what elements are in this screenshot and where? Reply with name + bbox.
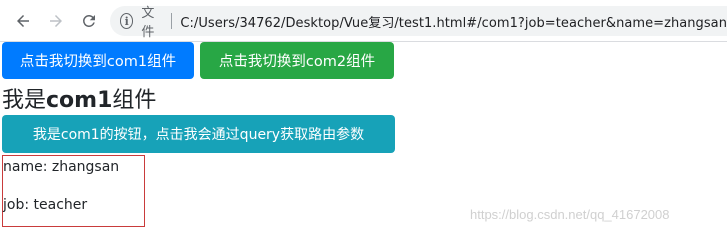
arrow-left-icon [17,15,29,27]
watermark: https://blog.csdn.net/qq_41672008 [470,207,670,222]
param-job: job: teacher [3,197,88,213]
address-separator [170,13,172,29]
browser-toolbar: i 文件 C:/Users/34762/Desktop/Vue复习/test1.… [0,0,727,42]
forward-button[interactable] [44,9,68,33]
arrow-right-icon [50,15,62,27]
route-params-box: name: zhangsan job: teacher [2,155,145,227]
query-params-button[interactable]: 我是com1的按钮，点击我会通过query获取路由参数 [2,115,395,153]
back-button[interactable] [11,9,35,33]
url-text[interactable]: C:/Users/34762/Desktop/Vue复习/test1.html#… [180,12,727,31]
heading-bold: com1 [46,88,113,113]
switch-com2-button[interactable]: 点击我切换到com2组件 [200,42,394,79]
info-icon[interactable]: i [120,13,134,29]
page-title: 我是com1组件 [2,82,156,114]
heading-suffix: 组件 [112,88,157,113]
param-name: name: zhangsan [3,159,120,175]
reload-icon [83,14,95,27]
heading-prefix: 我是 [2,88,47,113]
reload-button[interactable] [77,9,101,33]
address-bar[interactable]: i 文件 C:/Users/34762/Desktop/Vue复习/test1.… [110,6,727,40]
switch-com1-button[interactable]: 点击我切换到com1组件 [2,42,194,79]
url-scheme-label: 文件 [141,6,155,40]
